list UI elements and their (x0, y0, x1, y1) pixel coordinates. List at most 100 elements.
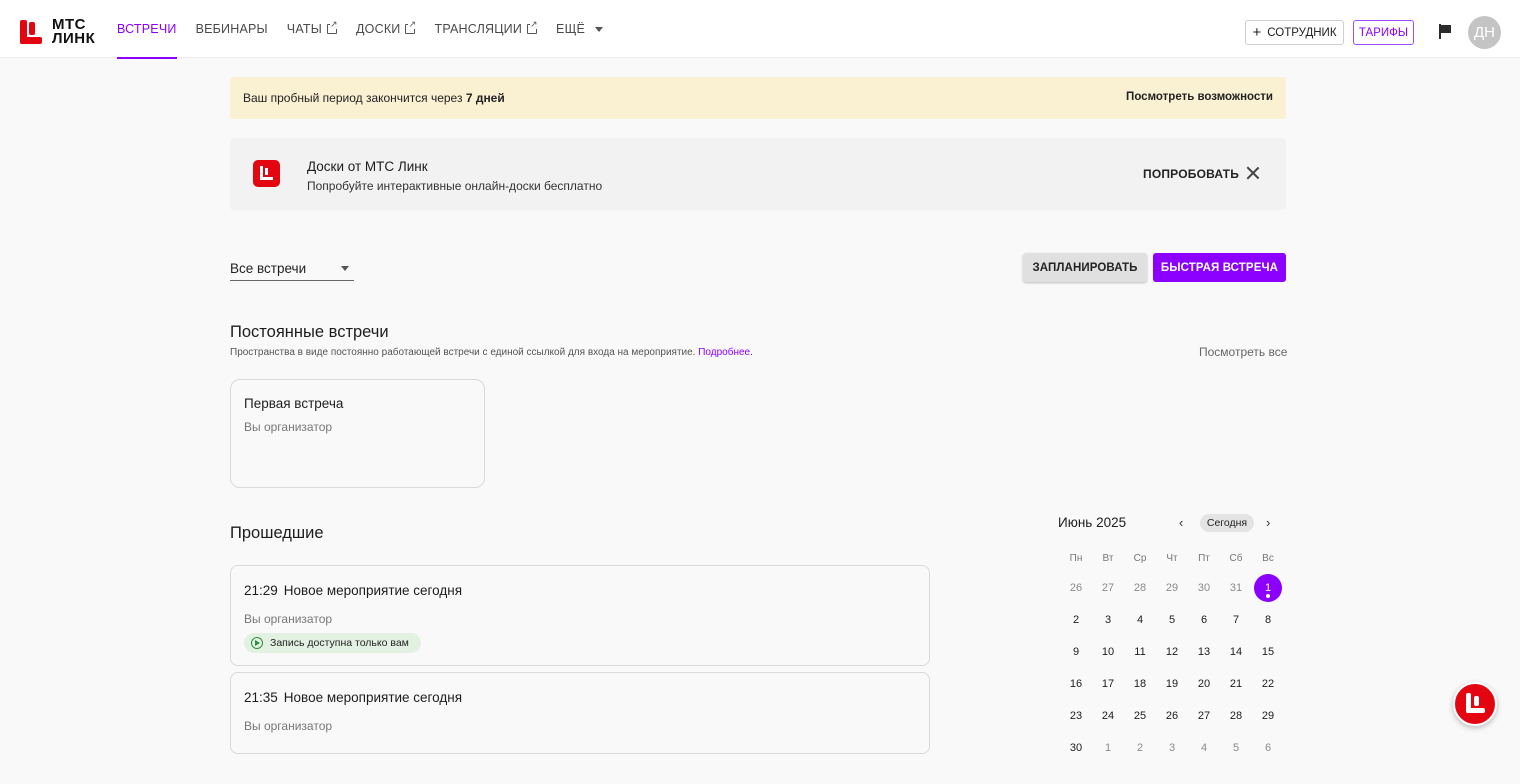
nav-webinars[interactable]: ВЕБИНАРЫ (196, 0, 268, 58)
mts-link-logo[interactable]: МТС ЛИНК (20, 16, 96, 47)
nav-meetings[interactable]: ВСТРЕЧИ (117, 0, 177, 59)
calendar-day[interactable]: 31 (1220, 574, 1252, 602)
calendar-day[interactable]: 3 (1156, 734, 1188, 762)
view-all-link[interactable]: Посмотреть все (1199, 345, 1287, 359)
tariffs-button[interactable]: ТАРИФЫ (1353, 20, 1414, 45)
calendar-day[interactable]: 4 (1188, 734, 1220, 762)
nav-chats[interactable]: ЧАТЫ (287, 0, 338, 58)
calendar-day[interactable]: 9 (1060, 638, 1092, 666)
calendar-week: 30 1 2 3 4 5 6 (1060, 732, 1284, 764)
calendar-day[interactable]: 29 (1156, 574, 1188, 602)
permanent-meetings-title: Постоянные встречи (230, 323, 389, 341)
external-link-icon (405, 20, 417, 34)
calendar-day[interactable]: 28 (1220, 702, 1252, 730)
meetings-filter-select[interactable]: Все встречи (230, 256, 354, 281)
calendar-day[interactable]: 26 (1060, 574, 1092, 602)
event-title: 21:35 Новое мероприятие сегодня (244, 690, 463, 705)
calendar-day-selected[interactable]: 1 (1252, 574, 1284, 602)
calendar-day[interactable]: 22 (1252, 670, 1284, 698)
permanent-meeting-card[interactable]: Первая встреча Вы организатор (230, 379, 485, 488)
calendar-day[interactable]: 17 (1092, 670, 1124, 698)
calendar-week: 2 3 4 5 6 7 8 (1060, 604, 1284, 636)
calendar-month-label: Июнь 2025 (1058, 515, 1127, 530)
calendar-day[interactable]: 5 (1156, 606, 1188, 634)
calendar-day[interactable]: 23 (1060, 702, 1092, 730)
calendar-day[interactable]: 1 (1092, 734, 1124, 762)
calendar-day[interactable]: 18 (1124, 670, 1156, 698)
calendar-day[interactable]: 24 (1092, 702, 1124, 730)
calendar-day[interactable]: 12 (1156, 638, 1188, 666)
calendar-day[interactable]: 4 (1124, 606, 1156, 634)
logo-text: МТС ЛИНК (52, 16, 96, 47)
calendar-day[interactable]: 30 (1060, 734, 1092, 762)
calendar-day[interactable]: 7 (1220, 606, 1252, 634)
weekday-label: Ср (1133, 553, 1147, 564)
card-title: Первая встреча (244, 396, 344, 411)
main-nav: ВСТРЕЧИ ВЕБИНАРЫ ЧАТЫ ДОСКИ ТРАНСЛЯЦИИ Е… (117, 0, 622, 59)
calendar-week: 16 17 18 19 20 21 22 (1060, 668, 1284, 700)
boards-logo-icon (253, 160, 280, 187)
recording-badge[interactable]: Запись доступна только вам (244, 633, 421, 653)
weekday-label: Пт (1198, 553, 1210, 564)
event-role: Вы организатор (244, 612, 333, 626)
calendar-day[interactable]: 3 (1092, 606, 1124, 634)
plus-icon: + (1252, 23, 1262, 41)
chevron-left-icon[interactable]: ‹ (1179, 516, 1189, 529)
today-button[interactable]: Сегодня (1200, 514, 1254, 532)
mts-link-support-button[interactable] (1453, 682, 1497, 726)
calendar-day[interactable]: 10 (1092, 638, 1124, 666)
past-event-card[interactable]: 21:29 Новое мероприятие сегодня Вы органи… (230, 565, 930, 666)
calendar-day[interactable]: 5 (1220, 734, 1252, 762)
calendar-day[interactable]: 19 (1156, 670, 1188, 698)
past-meetings-title: Прошедшие (230, 524, 324, 542)
view-features-link[interactable]: Посмотреть возможности (1126, 91, 1273, 103)
event-role: Вы организатор (244, 719, 333, 733)
calendar-day[interactable]: 8 (1252, 606, 1284, 634)
permanent-meetings-description: Пространства в виде постоянно работающей… (230, 347, 753, 358)
promo-subtitle: Попробуйте интерактивные онлайн-доски бе… (307, 179, 603, 193)
calendar-day[interactable]: 11 (1124, 638, 1156, 666)
chevron-down-icon (595, 26, 604, 32)
calendar-day[interactable]: 27 (1188, 702, 1220, 730)
calendar-day[interactable]: 16 (1060, 670, 1092, 698)
chevron-down-icon (341, 266, 349, 271)
calendar-day[interactable]: 6 (1188, 606, 1220, 634)
nav-broadcasts[interactable]: ТРАНСЛЯЦИИ (434, 0, 538, 58)
calendar-day[interactable]: 25 (1124, 702, 1156, 730)
calendar-week: 9 10 11 12 13 14 15 (1060, 636, 1284, 668)
nav-boards[interactable]: ДОСКИ (356, 0, 417, 58)
calendar-day[interactable]: 29 (1252, 702, 1284, 730)
calendar-day[interactable]: 2 (1124, 734, 1156, 762)
chevron-right-icon[interactable]: › (1266, 516, 1276, 529)
nav-more[interactable]: ЕЩЁ (556, 0, 604, 58)
calendar-day[interactable]: 14 (1220, 638, 1252, 666)
calendar-day[interactable]: 2 (1060, 606, 1092, 634)
calendar-day[interactable]: 6 (1252, 734, 1284, 762)
calendar-day[interactable]: 30 (1188, 574, 1220, 602)
weekday-label: Вс (1262, 553, 1274, 564)
flag-icon[interactable] (1438, 24, 1452, 40)
past-event-card[interactable]: 21:35 Новое мероприятие сегодня Вы органи… (230, 672, 930, 754)
close-icon[interactable] (1246, 166, 1260, 180)
try-button[interactable]: ПОПРОБОВАТЬ (1143, 167, 1239, 181)
calendar-day[interactable]: 13 (1188, 638, 1220, 666)
calendar-day[interactable]: 15 (1252, 638, 1284, 666)
external-link-icon (327, 20, 338, 34)
weekday-label: Чт (1166, 553, 1178, 564)
external-link-icon (527, 20, 538, 34)
weekday-label: Сб (1229, 553, 1243, 564)
avatar[interactable]: ДН (1468, 16, 1501, 49)
calendar-day[interactable]: 27 (1092, 574, 1124, 602)
add-employee-button[interactable]: + СОТРУДНИК (1245, 20, 1344, 45)
logo-mark-icon (20, 20, 42, 44)
top-bar: МТС ЛИНК ВСТРЕЧИ ВЕБИНАРЫ ЧАТЫ ДОСКИ ТРА… (0, 0, 1520, 59)
calendar-day[interactable]: 26 (1156, 702, 1188, 730)
calendar-day[interactable]: 20 (1188, 670, 1220, 698)
calendar-day[interactable]: 28 (1124, 574, 1156, 602)
calendar-grid: Пн Вт Ср Чт Пт Сб Вс 26 27 28 29 30 31 1… (1060, 546, 1284, 764)
schedule-button[interactable]: ЗАПЛАНИРОВАТЬ (1023, 253, 1147, 282)
quick-meeting-button[interactable]: БЫСТРАЯ ВСТРЕЧА (1153, 253, 1286, 282)
weekday-label: Вт (1102, 553, 1114, 564)
calendar-day[interactable]: 21 (1220, 670, 1252, 698)
more-info-link[interactable]: Подробнее. (698, 347, 753, 358)
